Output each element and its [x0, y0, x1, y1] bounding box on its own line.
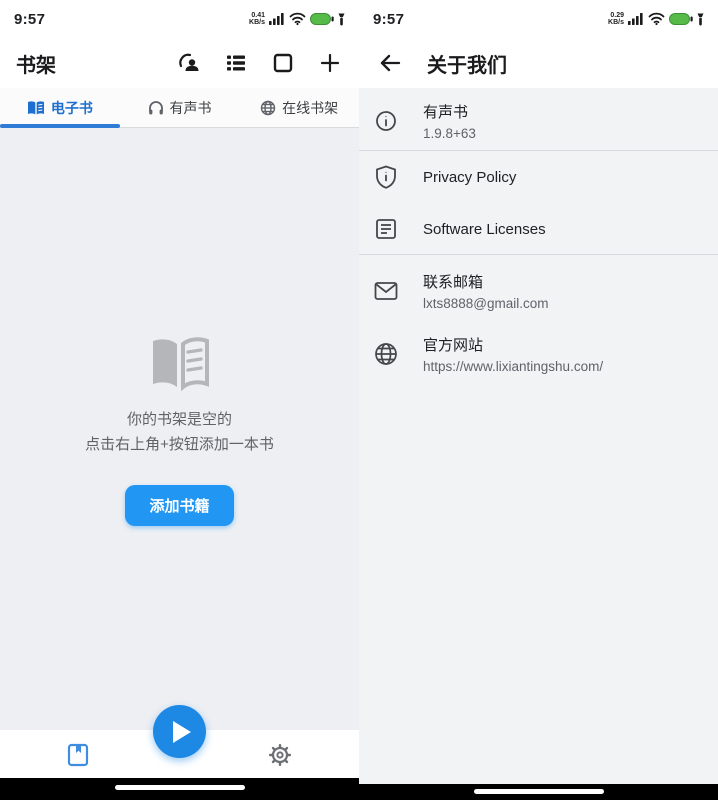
- list-item-title: Privacy Policy: [423, 169, 516, 186]
- empty-state: 你的书架是空的 点击右上角+按钮添加一本书 添加书籍: [0, 337, 359, 526]
- list-item-title: 联系邮箱: [423, 271, 549, 292]
- status-icons: 0.29 KB/s: [608, 12, 704, 26]
- status-icons: 0.41 KB/s: [249, 12, 345, 26]
- flashlight-icon: [338, 13, 345, 26]
- signal-icon: [269, 12, 285, 26]
- tab-ebooks[interactable]: 电子书: [0, 88, 120, 127]
- app-bar: 书架: [0, 38, 359, 88]
- listen-icon[interactable]: [176, 50, 202, 76]
- two-screenshot-canvas: 9:57 0.41 KB/s: [0, 0, 718, 800]
- tab-online-shelf[interactable]: 在线书架: [239, 88, 359, 127]
- wifi-icon: [289, 12, 306, 26]
- flashlight-icon: [697, 13, 704, 26]
- list-item-subtitle: lxts8888@gmail.com: [423, 296, 549, 311]
- play-icon: [173, 721, 191, 743]
- bookshelf-icon[interactable]: [65, 742, 91, 768]
- app-bar: 关于我们: [359, 38, 718, 88]
- play-fab[interactable]: [153, 705, 206, 758]
- add-books-button[interactable]: 添加书籍: [125, 485, 233, 526]
- empty-state-line1: 你的书架是空的: [127, 407, 232, 432]
- network-speed: 0.29 KB/s: [608, 12, 624, 26]
- license-icon: [373, 216, 399, 242]
- about-list: 有声书 1.9.8+63 Privacy Policy: [359, 88, 718, 784]
- shield-icon: [373, 164, 399, 190]
- globe-icon: [373, 341, 399, 367]
- list-item-title: Software Licenses: [423, 221, 546, 238]
- status-bar: 9:57 0.41 KB/s: [0, 0, 359, 38]
- empty-state-line2: 点击右上角+按钮添加一本书: [85, 432, 274, 457]
- tab-audiobooks[interactable]: 有声书: [120, 88, 240, 127]
- plus-icon[interactable]: [317, 50, 343, 76]
- battery-icon: [310, 13, 334, 25]
- list-item-software-licenses[interactable]: Software Licenses: [359, 204, 718, 254]
- list-view-icon[interactable]: [223, 50, 249, 76]
- bookshelf-content: 你的书架是空的 点击右上角+按钮添加一本书 添加书籍: [0, 128, 359, 730]
- book-icon: [27, 100, 45, 116]
- list-item-title: 有声书: [423, 101, 476, 122]
- page-title: 书架: [16, 49, 56, 78]
- app-bar-actions: [176, 50, 343, 76]
- headphones-icon: [148, 100, 164, 116]
- list-item-subtitle: https://www.lixiantingshu.com/: [423, 359, 603, 374]
- settings-gear-icon[interactable]: [267, 742, 293, 768]
- list-item-subtitle: 1.9.8+63: [423, 126, 476, 141]
- signal-icon: [628, 12, 644, 26]
- mail-icon: [373, 278, 399, 304]
- about-screen: 9:57 0.29 KB/s: [359, 0, 718, 800]
- gesture-bar: [0, 778, 359, 800]
- page-title: 关于我们: [427, 49, 507, 78]
- globe-icon: [260, 100, 276, 116]
- list-item-title: 官方网站: [423, 334, 603, 355]
- tab-bar: 电子书 有声书 在线书: [0, 88, 359, 128]
- tab-label: 在线书架: [282, 98, 338, 118]
- back-arrow-icon[interactable]: [375, 48, 405, 78]
- select-box-icon[interactable]: [270, 50, 296, 76]
- clock: 9:57: [14, 11, 45, 28]
- tab-label: 有声书: [170, 98, 212, 118]
- list-item-privacy-policy[interactable]: Privacy Policy: [359, 150, 718, 204]
- bookshelf-screen: 9:57 0.41 KB/s: [0, 0, 359, 800]
- gesture-bar: [359, 784, 718, 800]
- wifi-icon: [648, 12, 665, 26]
- open-book-icon: [149, 337, 211, 391]
- clock: 9:57: [373, 11, 404, 28]
- network-speed: 0.41 KB/s: [249, 12, 265, 26]
- list-item-contact-email[interactable]: 联系邮箱 lxts8888@gmail.com: [359, 260, 718, 322]
- battery-icon: [669, 13, 693, 25]
- divider: [359, 254, 718, 255]
- list-item-version[interactable]: 有声书 1.9.8+63: [359, 92, 718, 150]
- home-indicator[interactable]: [115, 785, 245, 790]
- list-item-official-website[interactable]: 官方网站 https://www.lixiantingshu.com/: [359, 322, 718, 386]
- info-icon: [373, 108, 399, 134]
- tab-label: 电子书: [51, 98, 93, 118]
- home-indicator[interactable]: [474, 789, 604, 794]
- status-bar: 9:57 0.29 KB/s: [359, 0, 718, 38]
